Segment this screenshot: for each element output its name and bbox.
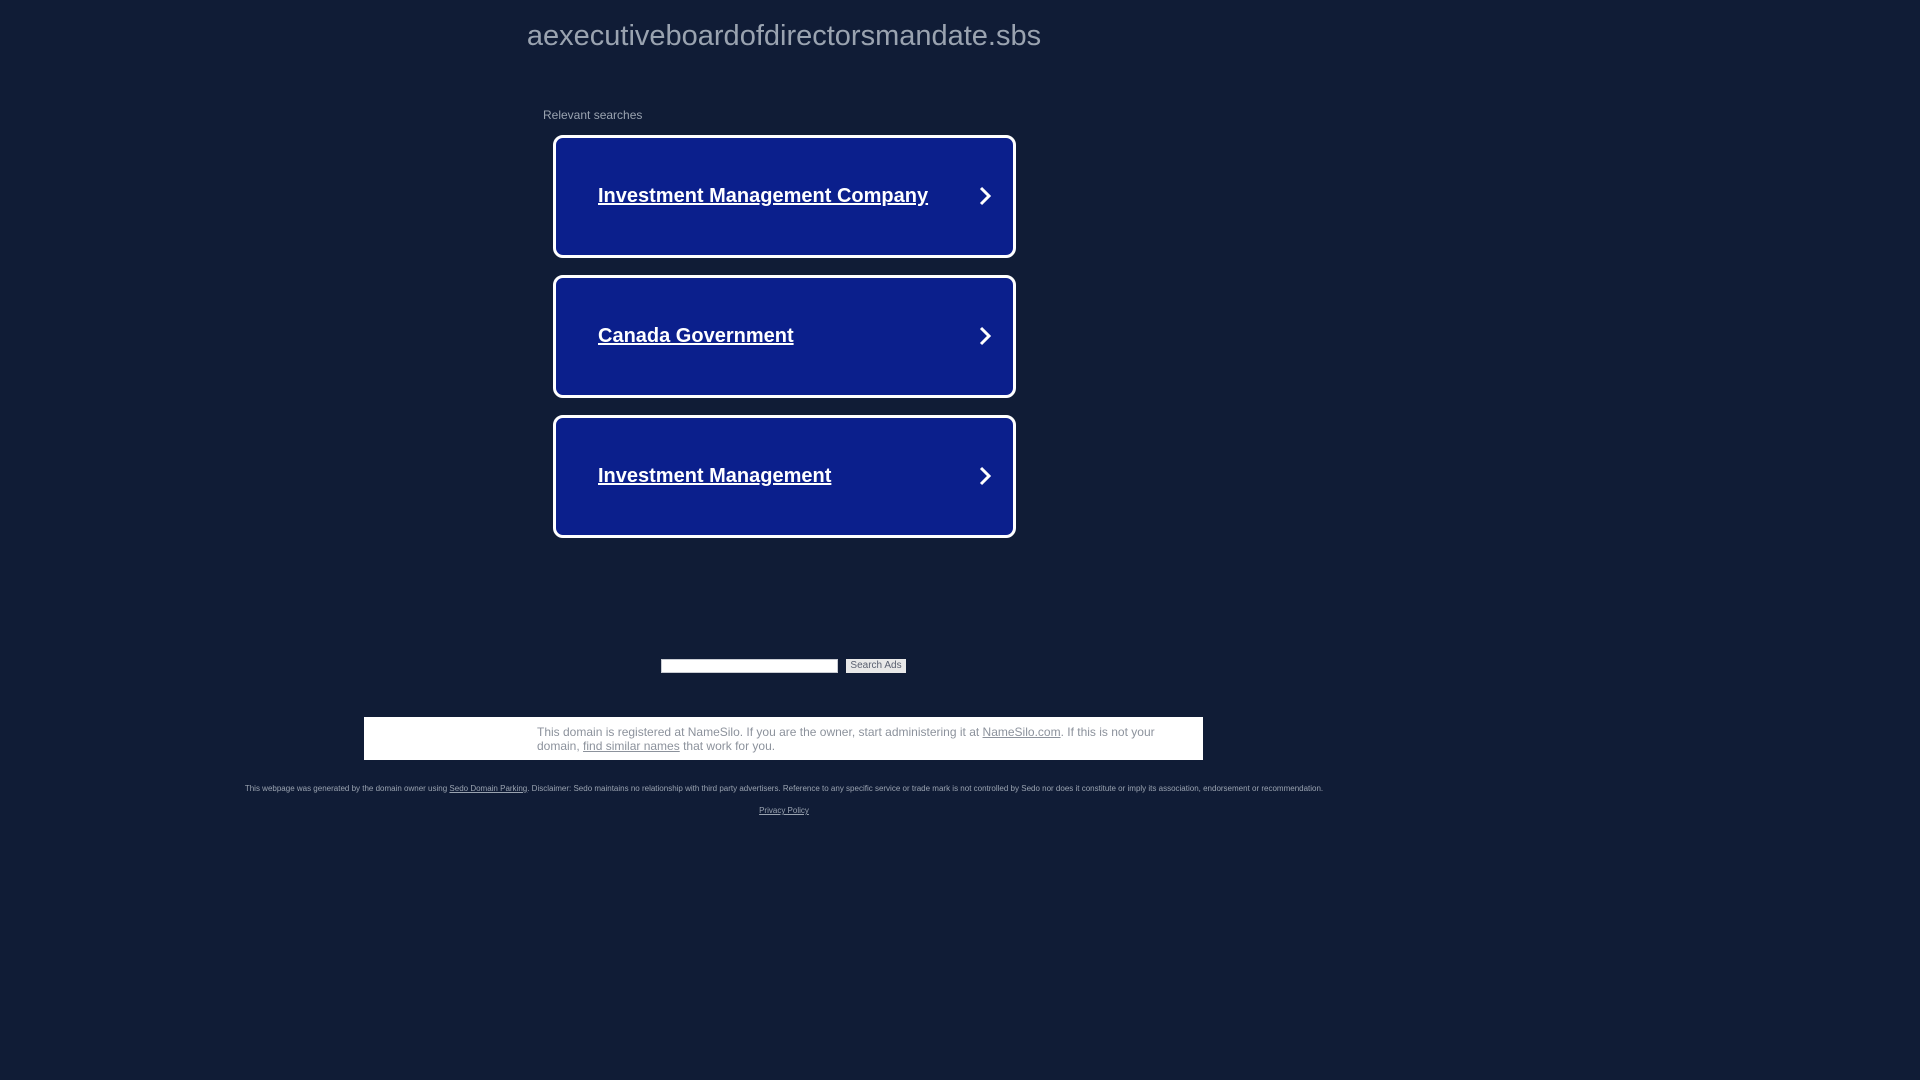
domain-title: aexecutiveboardofdirectorsmandate.sbs [526, 20, 1042, 52]
info-text-part: This domain is registered at NameSilo. I… [537, 725, 983, 739]
namesilo-link[interactable]: NameSilo.com [983, 725, 1061, 739]
disclaimer: This webpage was generated by the domain… [0, 784, 1568, 794]
sedo-domain-parking-link[interactable]: Sedo Domain Parking [449, 784, 527, 793]
chevron-right-icon [979, 466, 992, 486]
search-card-label[interactable]: Canada Government [598, 278, 794, 395]
search-card-investment-management[interactable]: Investment Management [553, 415, 1016, 538]
relevant-searches-label: Relevant searches [543, 108, 643, 122]
registrar-info-text: This domain is registered at NameSilo. I… [537, 725, 1192, 753]
search-ads-button[interactable]: Search Ads [846, 659, 906, 673]
search-card-investment-management-company[interactable]: Investment Management Company [553, 135, 1016, 258]
chevron-right-icon [979, 186, 992, 206]
search-card-canada-government[interactable]: Canada Government [553, 275, 1016, 398]
privacy-policy-link[interactable]: Privacy Policy [759, 806, 809, 815]
info-text-part: that work for you. [679, 739, 776, 753]
privacy-policy-container: Privacy Policy [0, 806, 1568, 816]
search-input[interactable] [661, 659, 838, 673]
disclaimer-text: . Disclaimer: Sedo maintains no relation… [527, 784, 1324, 793]
find-similar-names-link[interactable]: find similar names [583, 739, 680, 753]
search-card-label[interactable]: Investment Management [598, 418, 831, 535]
registrar-info-box: This domain is registered at NameSilo. I… [364, 717, 1203, 760]
search-card-label[interactable]: Investment Management Company [598, 138, 928, 255]
chevron-right-icon [979, 326, 992, 346]
disclaimer-text: This webpage was generated by the domain… [244, 784, 450, 793]
